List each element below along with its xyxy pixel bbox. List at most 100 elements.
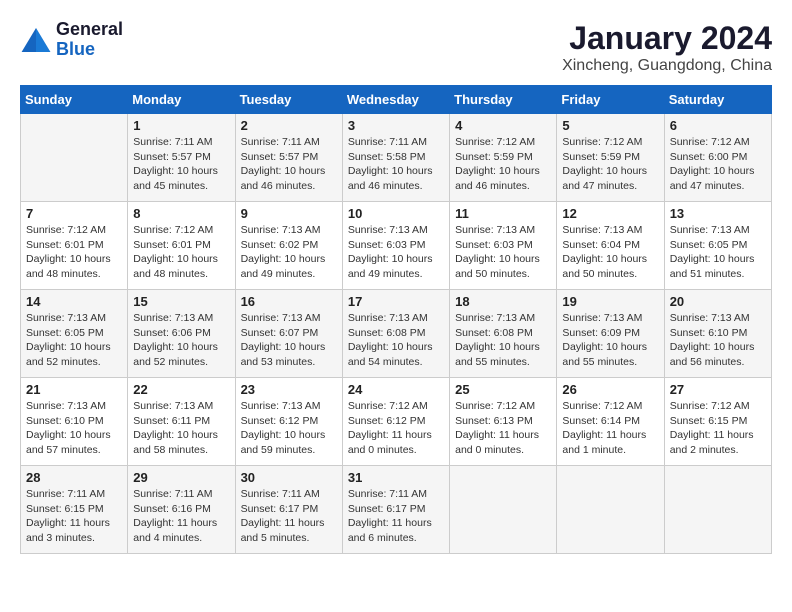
day-number: 10 (348, 206, 444, 221)
day-number: 29 (133, 470, 229, 485)
calendar-cell (557, 466, 664, 554)
day-info: Sunrise: 7:13 AM Sunset: 6:03 PM Dayligh… (348, 223, 444, 282)
logo: General Blue (20, 20, 123, 60)
day-info: Sunrise: 7:13 AM Sunset: 6:03 PM Dayligh… (455, 223, 551, 282)
day-info: Sunrise: 7:11 AM Sunset: 5:58 PM Dayligh… (348, 135, 444, 194)
calendar-cell: 6 Sunrise: 7:12 AM Sunset: 6:00 PM Daylig… (664, 114, 771, 202)
col-header-saturday: Saturday (664, 86, 771, 114)
calendar-cell (21, 114, 128, 202)
day-info: Sunrise: 7:12 AM Sunset: 6:15 PM Dayligh… (670, 399, 766, 458)
day-number: 9 (241, 206, 337, 221)
day-number: 18 (455, 294, 551, 309)
day-info: Sunrise: 7:11 AM Sunset: 6:15 PM Dayligh… (26, 487, 122, 546)
day-number: 20 (670, 294, 766, 309)
day-info: Sunrise: 7:13 AM Sunset: 6:10 PM Dayligh… (26, 399, 122, 458)
calendar-cell: 27 Sunrise: 7:12 AM Sunset: 6:15 PM Dayli… (664, 378, 771, 466)
day-number: 26 (562, 382, 658, 397)
day-number: 24 (348, 382, 444, 397)
calendar-cell: 8Sunrise: 7:12 AM Sunset: 6:01 PM Daylig… (128, 202, 235, 290)
calendar-cell: 2 Sunrise: 7:11 AM Sunset: 5:57 PM Daylig… (235, 114, 342, 202)
page-header: General Blue January 2024 Xincheng, Guan… (20, 20, 772, 75)
calendar-cell: 30Sunrise: 7:11 AM Sunset: 6:17 PM Dayli… (235, 466, 342, 554)
day-info: Sunrise: 7:12 AM Sunset: 6:13 PM Dayligh… (455, 399, 551, 458)
calendar-cell: 5 Sunrise: 7:12 AM Sunset: 5:59 PM Daylig… (557, 114, 664, 202)
day-info: Sunrise: 7:13 AM Sunset: 6:04 PM Dayligh… (562, 223, 658, 282)
day-number: 30 (241, 470, 337, 485)
day-number: 31 (348, 470, 444, 485)
day-number: 6 (670, 118, 766, 133)
calendar-cell: 15 Sunrise: 7:13 AM Sunset: 6:06 PM Dayli… (128, 290, 235, 378)
calendar-cell: 12 Sunrise: 7:13 AM Sunset: 6:04 PM Dayli… (557, 202, 664, 290)
calendar-cell: 17Sunrise: 7:13 AM Sunset: 6:08 PM Dayli… (342, 290, 449, 378)
day-number: 15 (133, 294, 229, 309)
calendar-cell: 13Sunrise: 7:13 AM Sunset: 6:05 PM Dayli… (664, 202, 771, 290)
day-info: Sunrise: 7:12 AM Sunset: 6:14 PM Dayligh… (562, 399, 658, 458)
calendar-cell: 31Sunrise: 7:11 AM Sunset: 6:17 PM Dayli… (342, 466, 449, 554)
calendar-cell: 26 Sunrise: 7:12 AM Sunset: 6:14 PM Dayli… (557, 378, 664, 466)
calendar-cell: 21 Sunrise: 7:13 AM Sunset: 6:10 PM Dayli… (21, 378, 128, 466)
day-info: Sunrise: 7:12 AM Sunset: 5:59 PM Dayligh… (562, 135, 658, 194)
calendar-cell: 11 Sunrise: 7:13 AM Sunset: 6:03 PM Dayli… (450, 202, 557, 290)
calendar-cell (450, 466, 557, 554)
calendar-cell: 20 Sunrise: 7:13 AM Sunset: 6:10 PM Dayli… (664, 290, 771, 378)
col-header-thursday: Thursday (450, 86, 557, 114)
week-row-3: 14 Sunrise: 7:13 AM Sunset: 6:05 PM Dayli… (21, 290, 772, 378)
week-row-1: 1 Sunrise: 7:11 AM Sunset: 5:57 PM Daylig… (21, 114, 772, 202)
day-number: 4 (455, 118, 551, 133)
day-info: Sunrise: 7:13 AM Sunset: 6:02 PM Dayligh… (241, 223, 337, 282)
day-info: Sunrise: 7:13 AM Sunset: 6:07 PM Dayligh… (241, 311, 337, 370)
day-info: Sunrise: 7:13 AM Sunset: 6:06 PM Dayligh… (133, 311, 229, 370)
calendar-cell: 1 Sunrise: 7:11 AM Sunset: 5:57 PM Daylig… (128, 114, 235, 202)
header-row: SundayMondayTuesdayWednesdayThursdayFrid… (21, 86, 772, 114)
logo-line1: General (56, 20, 123, 40)
day-info: Sunrise: 7:12 AM Sunset: 6:01 PM Dayligh… (26, 223, 122, 282)
col-header-tuesday: Tuesday (235, 86, 342, 114)
day-info: Sunrise: 7:11 AM Sunset: 5:57 PM Dayligh… (241, 135, 337, 194)
day-number: 25 (455, 382, 551, 397)
calendar-cell: 18 Sunrise: 7:13 AM Sunset: 6:08 PM Dayli… (450, 290, 557, 378)
calendar-table: SundayMondayTuesdayWednesdayThursdayFrid… (20, 85, 772, 554)
col-header-monday: Monday (128, 86, 235, 114)
calendar-cell: 19Sunrise: 7:13 AM Sunset: 6:09 PM Dayli… (557, 290, 664, 378)
day-info: Sunrise: 7:13 AM Sunset: 6:09 PM Dayligh… (562, 311, 658, 370)
week-row-2: 7Sunrise: 7:12 AM Sunset: 6:01 PM Daylig… (21, 202, 772, 290)
month-title: January 2024 (562, 20, 772, 57)
day-number: 3 (348, 118, 444, 133)
week-row-4: 21 Sunrise: 7:13 AM Sunset: 6:10 PM Dayli… (21, 378, 772, 466)
day-info: Sunrise: 7:13 AM Sunset: 6:08 PM Dayligh… (455, 311, 551, 370)
day-number: 16 (241, 294, 337, 309)
day-number: 11 (455, 206, 551, 221)
logo-icon (20, 26, 52, 54)
day-info: Sunrise: 7:13 AM Sunset: 6:12 PM Dayligh… (241, 399, 337, 458)
day-number: 28 (26, 470, 122, 485)
day-number: 12 (562, 206, 658, 221)
day-info: Sunrise: 7:12 AM Sunset: 5:59 PM Dayligh… (455, 135, 551, 194)
day-number: 21 (26, 382, 122, 397)
col-header-sunday: Sunday (21, 86, 128, 114)
day-info: Sunrise: 7:13 AM Sunset: 6:05 PM Dayligh… (26, 311, 122, 370)
day-info: Sunrise: 7:13 AM Sunset: 6:10 PM Dayligh… (670, 311, 766, 370)
day-number: 13 (670, 206, 766, 221)
day-number: 2 (241, 118, 337, 133)
day-info: Sunrise: 7:11 AM Sunset: 6:16 PM Dayligh… (133, 487, 229, 546)
calendar-cell: 22Sunrise: 7:13 AM Sunset: 6:11 PM Dayli… (128, 378, 235, 466)
day-number: 23 (241, 382, 337, 397)
calendar-cell: 14 Sunrise: 7:13 AM Sunset: 6:05 PM Dayli… (21, 290, 128, 378)
day-number: 14 (26, 294, 122, 309)
calendar-cell: 7Sunrise: 7:12 AM Sunset: 6:01 PM Daylig… (21, 202, 128, 290)
title-block: January 2024 Xincheng, Guangdong, China (562, 20, 772, 75)
col-header-friday: Friday (557, 86, 664, 114)
day-number: 27 (670, 382, 766, 397)
logo-line2: Blue (56, 40, 123, 60)
day-info: Sunrise: 7:11 AM Sunset: 5:57 PM Dayligh… (133, 135, 229, 194)
calendar-cell: 25 Sunrise: 7:12 AM Sunset: 6:13 PM Dayli… (450, 378, 557, 466)
day-number: 1 (133, 118, 229, 133)
day-info: Sunrise: 7:13 AM Sunset: 6:08 PM Dayligh… (348, 311, 444, 370)
day-info: Sunrise: 7:12 AM Sunset: 6:01 PM Dayligh… (133, 223, 229, 282)
day-info: Sunrise: 7:13 AM Sunset: 6:11 PM Dayligh… (133, 399, 229, 458)
calendar-cell: 4 Sunrise: 7:12 AM Sunset: 5:59 PM Daylig… (450, 114, 557, 202)
day-info: Sunrise: 7:12 AM Sunset: 6:00 PM Dayligh… (670, 135, 766, 194)
day-number: 5 (562, 118, 658, 133)
col-header-wednesday: Wednesday (342, 86, 449, 114)
day-info: Sunrise: 7:12 AM Sunset: 6:12 PM Dayligh… (348, 399, 444, 458)
